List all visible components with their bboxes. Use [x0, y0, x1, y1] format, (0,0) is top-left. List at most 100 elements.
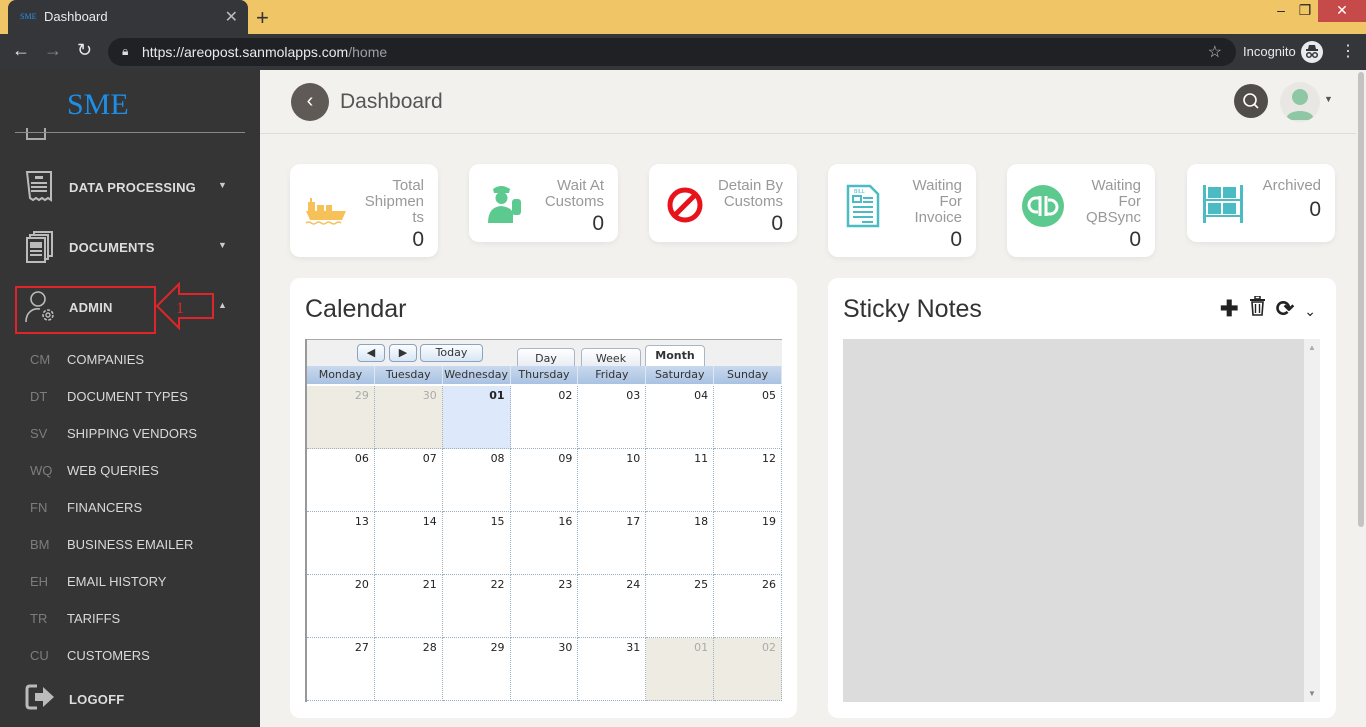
calendar-day-cell[interactable]: 18 — [646, 512, 715, 575]
calendar-day-cell[interactable]: 12 — [714, 449, 782, 512]
user-avatar[interactable] — [1280, 82, 1320, 122]
sidebar-subitem-companies[interactable]: CM COMPANIES — [0, 345, 260, 375]
svg-text:BILL: BILL — [854, 189, 865, 195]
stat-label-line: Archived — [1262, 177, 1321, 194]
sidebar-item-logoff[interactable]: LOGOFF — [0, 680, 260, 720]
calendar-day-cell[interactable]: 31 — [578, 638, 647, 701]
stat-label: Waiting For Invoice — [913, 178, 962, 226]
sidebar-subitem-email-history[interactable]: EH EMAIL HISTORY — [0, 567, 260, 597]
search-button[interactable] — [1234, 84, 1268, 118]
stat-card[interactable]: BILL Waiting For Invoice 0 — [828, 164, 976, 257]
user-menu-caret-icon[interactable]: ▼ — [1324, 94, 1333, 104]
search-icon — [1243, 93, 1259, 109]
scroll-up-icon[interactable]: ▲ — [1308, 343, 1316, 352]
calendar-day-cell[interactable]: 28 — [374, 638, 443, 701]
sidebar-subitem-document-types[interactable]: DT DOCUMENT TYPES — [0, 382, 260, 412]
add-note-icon[interactable]: ✚ — [1220, 296, 1238, 322]
stat-label-line: Total — [392, 177, 424, 194]
calendar-day-cell[interactable]: 30 — [510, 638, 579, 701]
incognito-icon[interactable] — [1301, 41, 1323, 63]
calendar-prev-button[interactable]: ◀ — [357, 344, 385, 362]
calendar-day-cell[interactable]: 29 — [442, 638, 511, 701]
calendar-day-cell[interactable]: 19 — [714, 512, 782, 575]
calendar-day-cell[interactable]: 02 — [714, 638, 782, 701]
calendar-day-cell[interactable]: 03 — [578, 386, 647, 449]
sidebar-subitem-financers[interactable]: FN FINANCERS — [0, 493, 260, 523]
page-scrollbar[interactable] — [1356, 70, 1366, 727]
close-window-button[interactable]: ✕ — [1318, 0, 1366, 22]
calendar-grid: 29 30 01 02 03 04 05 06 07 08 09 10 11 12 13 14 15 16 17 18… — [307, 386, 782, 701]
close-tab-icon[interactable]: ✕ — [225, 7, 238, 27]
documents-icon — [25, 230, 55, 263]
calendar-day-cell[interactable]: 01 — [442, 386, 511, 449]
sticky-notes-scrollbar[interactable]: ▲ ▼ — [1304, 339, 1320, 702]
calendar-day-cell[interactable]: 27 — [307, 638, 375, 701]
sidebar-item-label: DOCUMENTS — [69, 240, 155, 255]
calendar-day-cell[interactable]: 24 — [578, 575, 647, 638]
stat-card[interactable]: Archived 0 — [1187, 164, 1335, 242]
calendar-day-cell[interactable]: 07 — [374, 449, 443, 512]
calendar-day-cell[interactable]: 13 — [307, 512, 375, 575]
stat-value: 0 — [1309, 198, 1321, 221]
sidebar-subitem-business-emailer[interactable]: BM BUSINESS EMAILER — [0, 530, 260, 560]
prohibited-icon — [663, 181, 707, 225]
back-icon[interactable]: ← — [12, 40, 30, 61]
calendar-day-cell[interactable]: 15 — [442, 512, 511, 575]
address-bar[interactable]: 🔒︎ https://areopost.sanmolapps.com/home … — [108, 38, 1236, 66]
sidebar-item-documents[interactable]: DOCUMENTS ▼ — [0, 228, 260, 268]
new-tab-button[interactable]: + — [256, 5, 269, 31]
sidebar-item-data-processing[interactable]: DATA PROCESSING ▼ — [0, 168, 260, 208]
calendar-day-cell[interactable]: 29 — [307, 386, 375, 449]
calendar-day-cell[interactable]: 11 — [646, 449, 715, 512]
calendar-day-cell[interactable]: 01 — [646, 638, 715, 701]
calendar-day-cell[interactable]: 23 — [510, 575, 579, 638]
calendar-day-cell[interactable]: 14 — [374, 512, 443, 575]
stat-card[interactable]: Wait At Customs 0 — [469, 164, 618, 242]
calendar-day-cell[interactable]: 05 — [714, 386, 782, 449]
receipt-icon — [25, 170, 55, 202]
refresh-icon[interactable]: ⟳ — [1276, 296, 1294, 322]
calendar-day-cell[interactable]: 06 — [307, 449, 375, 512]
calendar-next-button[interactable]: ▶ — [389, 344, 417, 362]
calendar-tab-week[interactable]: Week — [581, 348, 641, 368]
chevron-down-icon[interactable]: ⌄ — [1304, 303, 1316, 320]
stat-label-line: ts — [412, 209, 424, 226]
calendar-day-cell[interactable]: 17 — [578, 512, 647, 575]
calendar-day-cell[interactable]: 09 — [510, 449, 579, 512]
calendar-day-cell[interactable]: 22 — [442, 575, 511, 638]
calendar-day-cell[interactable]: 25 — [646, 575, 715, 638]
trash-icon[interactable] — [1249, 295, 1266, 322]
forward-icon[interactable]: → — [44, 40, 62, 61]
sidebar-subitem-tariffs[interactable]: TR TARIFFS — [0, 604, 260, 634]
calendar-today-button[interactable]: Today — [420, 344, 483, 362]
stat-label: Archived — [1263, 178, 1321, 194]
restore-button[interactable]: ❐ — [1290, 0, 1320, 22]
calendar-day-cell[interactable]: 21 — [374, 575, 443, 638]
sidebar-subitem-web-queries[interactable]: WQ WEB QUERIES — [0, 456, 260, 486]
browser-tab[interactable]: SME Dashboard ✕ — [8, 0, 248, 34]
calendar-day-cell[interactable]: 02 — [510, 386, 579, 449]
reload-icon[interactable]: ↻ — [77, 40, 92, 61]
calendar-day-cell[interactable]: 26 — [714, 575, 782, 638]
calendar-day-cell[interactable]: 20 — [307, 575, 375, 638]
calendar-tab-day[interactable]: Day — [517, 348, 575, 368]
browser-menu-icon[interactable]: ⋮ — [1340, 41, 1356, 61]
back-button[interactable]: ‹ — [291, 83, 329, 121]
calendar-day-cell[interactable]: 16 — [510, 512, 579, 575]
scroll-down-icon[interactable]: ▼ — [1308, 689, 1316, 698]
page-scrollbar-thumb[interactable] — [1358, 72, 1364, 527]
calendar-day-cell[interactable]: 08 — [442, 449, 511, 512]
calendar-day-cell[interactable]: 10 — [578, 449, 647, 512]
stat-card[interactable]: Waiting For QBSync 0 — [1007, 164, 1155, 257]
bookmark-star-icon[interactable]: ☆ — [1208, 42, 1222, 62]
stat-card[interactable]: Detain By Customs 0 — [649, 164, 797, 242]
calendar-day-cell[interactable]: 30 — [374, 386, 443, 449]
sticky-notes-area[interactable] — [843, 339, 1304, 702]
subitem-abbr: WQ — [30, 463, 53, 478]
calendar-tab-month[interactable]: Month — [645, 345, 705, 368]
calendar-day-cell[interactable]: 04 — [646, 386, 715, 449]
sidebar-subitem-shipping-vendors[interactable]: SV SHIPPING VENDORS — [0, 419, 260, 449]
stat-card[interactable]: Total Shipmen ts 0 — [290, 164, 438, 257]
sidebar-item-label: LOGOFF — [69, 692, 125, 707]
sidebar-subitem-customers[interactable]: CU CUSTOMERS — [0, 641, 260, 671]
